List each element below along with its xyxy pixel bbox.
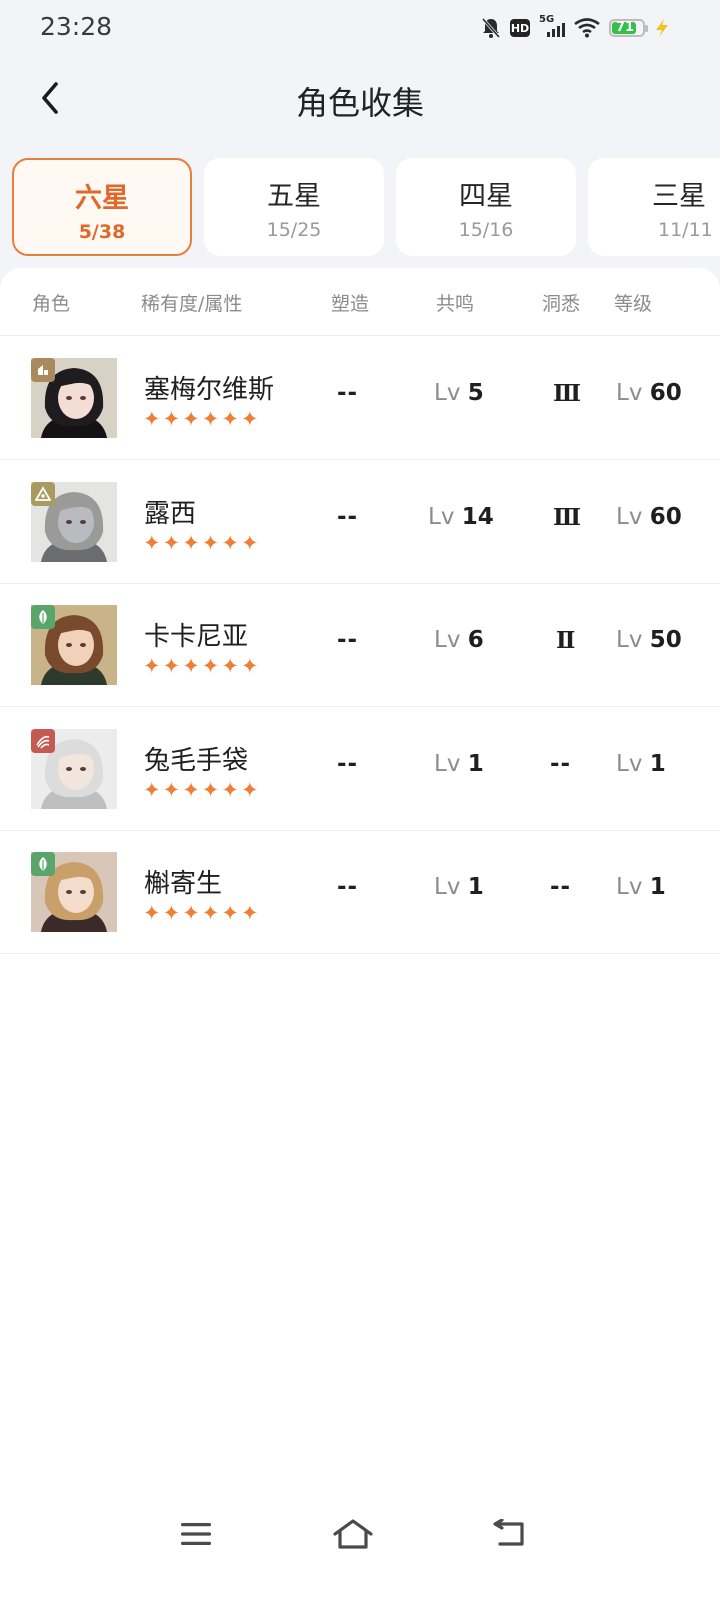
header-rarity: 稀有度/属性 xyxy=(141,293,243,315)
element-icon xyxy=(31,605,55,629)
page-title: 角色收集 xyxy=(295,84,424,122)
tab-count: 11/11 xyxy=(658,219,713,241)
star-rating: ✦✦✦✦✦✦ xyxy=(143,654,261,678)
character-name: 露西 xyxy=(144,498,197,529)
header-shaping: 塑造 xyxy=(331,293,370,315)
level-value: Lv 60 xyxy=(616,503,682,530)
signal-icon: 5G xyxy=(539,14,565,39)
wifi-icon xyxy=(574,18,600,38)
battery-level: 71 xyxy=(615,20,635,35)
home-button[interactable] xyxy=(323,1510,383,1558)
hd-icon: HD xyxy=(510,19,530,37)
table-row[interactable]: 槲寄生 ✦✦✦✦✦✦ -- Lv 1 -- Lv 1 xyxy=(0,830,720,954)
level-value: Lv 1 xyxy=(616,750,666,777)
tab-label: 五星 xyxy=(267,181,321,212)
menu-icon xyxy=(181,1523,211,1545)
header-resonance: 共鸣 xyxy=(436,293,475,315)
shaping-value: -- xyxy=(337,627,359,653)
battery-icon: 71 xyxy=(609,19,648,37)
tab-label: 六星 xyxy=(75,183,129,214)
element-icon xyxy=(31,358,55,382)
tab-three-star[interactable]: 三星 11/11 xyxy=(588,158,720,256)
star-rating: ✦✦✦✦✦✦ xyxy=(143,407,261,431)
character-name: 槲寄生 xyxy=(144,869,223,899)
star-rating: ✦✦✦✦✦✦ xyxy=(143,901,261,925)
navigation-bar xyxy=(0,1488,720,1600)
tab-label: 四星 xyxy=(459,181,513,212)
table-header: 角色 稀有度/属性 塑造 共鸣 洞悉 等级 xyxy=(0,268,720,336)
resonance-value: Lv 5 xyxy=(434,380,484,406)
character-name: 兔毛手袋 xyxy=(144,745,249,776)
shaping-value: -- xyxy=(337,380,359,406)
shaping-value: -- xyxy=(337,503,359,530)
character-portrait xyxy=(31,605,117,685)
star-rating: ✦✦✦✦✦✦ xyxy=(143,530,261,555)
insight-value: Ⅲ xyxy=(553,380,582,407)
resonance-value: Lv 1 xyxy=(434,874,484,900)
character-portrait xyxy=(31,852,117,932)
header-character: 角色 xyxy=(32,293,71,315)
status-bar: 23:28 HD 5G 71 xyxy=(0,0,720,56)
mute-icon xyxy=(481,18,501,38)
shaping-value: -- xyxy=(337,874,359,900)
element-icon xyxy=(31,852,55,876)
table-row[interactable]: 露西 ✦✦✦✦✦✦ -- Lv 14 Ⅲ Lv 60 xyxy=(0,460,720,584)
insight-value: -- xyxy=(550,750,572,777)
menu-button[interactable] xyxy=(166,1510,226,1558)
status-time: 23:28 xyxy=(40,12,113,41)
tab-label: 三星 xyxy=(652,181,706,212)
tab-six-star[interactable]: 六星 5/38 xyxy=(12,158,192,256)
tab-count: 15/16 xyxy=(458,219,514,241)
charging-icon xyxy=(656,19,668,37)
insight-value: Ⅲ xyxy=(553,503,582,531)
resonance-value: Lv 1 xyxy=(434,750,484,777)
back-nav-button[interactable] xyxy=(480,1510,540,1558)
header-level: 等级 xyxy=(614,293,653,315)
resonance-value: Lv 6 xyxy=(434,627,484,653)
character-table: 角色 稀有度/属性 塑造 共鸣 洞悉 等级 塞梅尔维斯 ✦✦✦✦✦✦ -- Lv 5Ⅲ… xyxy=(0,268,720,1600)
level-value: Lv 1 xyxy=(616,874,666,900)
tab-four-star[interactable]: 四星 15/16 xyxy=(396,158,576,256)
insight-value: Ⅱ xyxy=(556,627,576,654)
table-row[interactable]: 兔毛手袋 ✦✦✦✦✦✦ -- Lv 1 -- Lv 1 xyxy=(0,707,720,831)
character-name: 塞梅尔维斯 xyxy=(144,375,275,405)
back-icon xyxy=(493,1519,524,1546)
tab-count: 5/38 xyxy=(78,221,126,243)
tab-count: 15/25 xyxy=(266,219,322,241)
level-value: Lv 60 xyxy=(616,380,682,406)
shaping-value: -- xyxy=(337,750,359,777)
character-portrait xyxy=(31,481,117,562)
level-value: Lv 50 xyxy=(616,627,682,653)
element-icon xyxy=(31,728,55,753)
header-insight: 洞悉 xyxy=(542,293,581,315)
resonance-value: Lv 14 xyxy=(428,503,494,530)
element-icon xyxy=(31,481,55,506)
header: 角色收集 xyxy=(0,56,720,146)
character-portrait xyxy=(31,728,117,809)
tab-five-star[interactable]: 五星 15/25 xyxy=(204,158,384,256)
rarity-tabs: 六星 5/38 五星 15/25 四星 15/16 三星 11/11 xyxy=(12,158,720,256)
character-name: 卡卡尼亚 xyxy=(144,622,249,652)
table-row[interactable]: 卡卡尼亚 ✦✦✦✦✦✦ -- Lv 6 Ⅱ Lv 50 xyxy=(0,583,720,707)
status-icons: HD 5G 71 xyxy=(481,14,670,40)
table-row[interactable]: 塞梅尔维斯 ✦✦✦✦✦✦ -- Lv 5 Ⅲ Lv 60 xyxy=(0,336,720,460)
character-portrait xyxy=(31,358,117,438)
home-icon xyxy=(333,1519,373,1549)
insight-value: -- xyxy=(550,874,572,900)
star-rating: ✦✦✦✦✦✦ xyxy=(143,777,261,802)
